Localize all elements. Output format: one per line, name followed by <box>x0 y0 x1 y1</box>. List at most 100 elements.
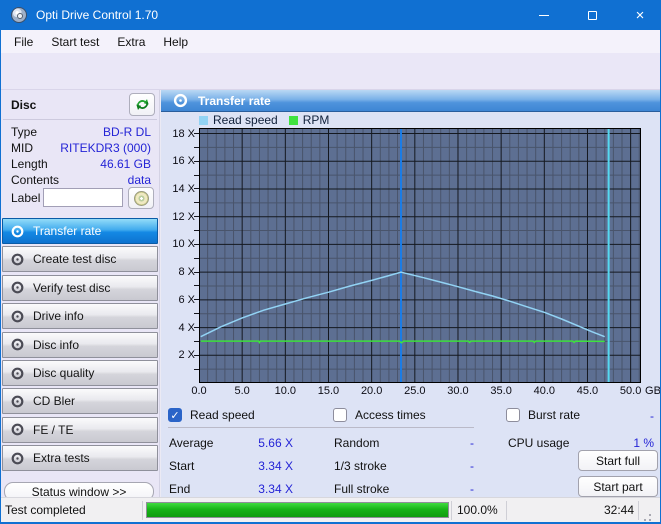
read-speed-section-header: ✓ Read speed <box>168 408 255 422</box>
sidebar-item-verify-test-disc[interactable]: Verify test disc <box>2 275 158 301</box>
menu-extra[interactable]: Extra <box>108 32 154 52</box>
sidebar: Disc Type BD-R DL MID RITEKDR3 (000) Len… <box>1 90 159 497</box>
progress-bar <box>146 502 449 518</box>
y-tick-label: 2 X <box>159 349 195 361</box>
disc-field-mid: MID RITEKDR3 (000) <box>1 140 159 156</box>
chart-panel-title: Transfer rate <box>198 94 271 108</box>
sidebar-item-extra-tests[interactable]: Extra tests <box>2 445 158 471</box>
progress-fill <box>147 503 448 517</box>
burst-rate-checkbox[interactable] <box>506 408 520 422</box>
elapsed-time: 32:44 <box>510 503 634 517</box>
divider <box>333 427 474 428</box>
disc-field-type: Type BD-R DL <box>1 124 159 140</box>
y-tick-label: 14 X <box>159 183 195 195</box>
read-speed-swatch <box>199 116 208 125</box>
disc-icon <box>11 310 24 323</box>
transfer-rate-icon <box>173 93 188 108</box>
average-label: Average <box>169 436 213 450</box>
x-axis-unit: GB <box>643 385 661 397</box>
y-axis-labels: 2 X4 X6 X8 X10 X12 X14 X16 X18 X <box>159 128 195 383</box>
y-tick-label: 16 X <box>159 155 195 167</box>
titlebar: Opti Drive Control 1.70 × <box>0 0 661 30</box>
y-tick-label: 8 X <box>159 266 195 278</box>
read-speed-checkbox[interactable]: ✓ <box>168 408 182 422</box>
y-tick-label: 18 X <box>159 128 195 140</box>
one-third-stroke-label: 1/3 stroke <box>334 459 387 473</box>
cpu-usage-label: CPU usage <box>508 436 569 450</box>
minimize-icon <box>539 15 549 16</box>
average-value: 5.66 X <box>243 436 293 450</box>
sidebar-item-disc-quality[interactable]: Disc quality <box>2 360 158 386</box>
close-icon: × <box>636 8 645 23</box>
x-tick-label: 15.0 <box>308 385 348 397</box>
chart-panel-header: Transfer rate <box>161 90 660 112</box>
disc-icon <box>11 338 24 351</box>
cpu-usage-value: 1 % <box>614 436 654 450</box>
disc-field-length: Length 46.61 GB <box>1 156 159 172</box>
progress-percent: 100.0% <box>457 503 498 517</box>
access-times-section-header: Access times <box>333 408 426 422</box>
x-tick-label: 30.0 <box>438 385 478 397</box>
disc-icon <box>11 367 24 380</box>
x-tick-label: 5.0 <box>222 385 262 397</box>
end-label: End <box>169 482 190 496</box>
disc-icon <box>11 253 24 266</box>
divider <box>506 501 507 520</box>
sidebar-item-disc-info[interactable]: Disc info <box>2 332 158 358</box>
legend-rpm: RPM <box>303 113 330 127</box>
resize-grip-icon[interactable] <box>649 514 651 516</box>
disc-icon <box>11 395 24 408</box>
refresh-icon <box>135 97 150 112</box>
y-tick-label: 12 X <box>159 211 195 223</box>
legend-read-speed: Read speed <box>213 113 278 127</box>
disc-label-button[interactable] <box>128 187 154 209</box>
disc-icon <box>11 281 24 294</box>
maximize-icon <box>588 11 597 20</box>
start-part-button[interactable]: Start part <box>578 476 658 497</box>
menu-file[interactable]: File <box>5 32 42 52</box>
one-third-stroke-value: - <box>434 459 474 473</box>
menubar: File Start test Extra Help <box>1 30 660 53</box>
x-tick-label: 20.0 <box>352 385 392 397</box>
disc-label-input[interactable] <box>43 188 123 207</box>
random-label: Random <box>334 436 379 450</box>
start-full-button[interactable]: Start full <box>578 450 658 471</box>
rpm-swatch <box>289 116 298 125</box>
disc-icon <box>11 423 24 436</box>
x-tick-label: 40.0 <box>524 385 564 397</box>
statusbar: Test completed 100.0% 32:44 <box>1 497 660 522</box>
refresh-disc-button[interactable] <box>129 93 155 116</box>
disc-field-contents: Contents data <box>1 172 159 188</box>
disc-icon <box>11 452 24 465</box>
divider <box>142 501 143 520</box>
full-stroke-label: Full stroke <box>334 482 389 496</box>
menu-help[interactable]: Help <box>154 32 197 52</box>
maximize-button[interactable] <box>572 0 612 30</box>
minimize-button[interactable] <box>524 0 564 30</box>
transfer-rate-plot <box>199 128 641 383</box>
close-button[interactable]: × <box>620 0 660 30</box>
y-tick-label: 10 X <box>159 238 195 250</box>
app-disc-icon <box>11 7 27 23</box>
sidebar-item-drive-info[interactable]: Drive info <box>2 303 158 329</box>
y-tick-label: 4 X <box>159 322 195 334</box>
sidebar-item-transfer-rate[interactable]: Transfer rate <box>2 218 158 244</box>
disc-icon <box>11 225 24 238</box>
start-value: 3.34 X <box>243 459 293 473</box>
access-times-checkbox[interactable] <box>333 408 347 422</box>
window-title: Opti Drive Control 1.70 <box>36 8 158 22</box>
divider <box>451 501 452 520</box>
disc-panel-title: Disc <box>11 98 36 112</box>
x-tick-label: 45.0 <box>567 385 607 397</box>
sidebar-item-cd-bler[interactable]: CD Bler <box>2 388 158 414</box>
x-axis-labels: 0.05.010.015.020.025.030.035.040.045.050… <box>199 385 659 399</box>
end-value: 3.34 X <box>243 482 293 496</box>
x-tick-label: 0.0 <box>179 385 219 397</box>
contents-data-link[interactable]: data <box>128 173 151 187</box>
sidebar-item-create-test-disc[interactable]: Create test disc <box>2 246 158 272</box>
sidebar-item-fe-te[interactable]: FE / TE <box>2 417 158 443</box>
full-stroke-value: - <box>434 482 474 496</box>
divider <box>3 119 157 120</box>
divider <box>638 501 639 520</box>
menu-start-test[interactable]: Start test <box>42 32 108 52</box>
